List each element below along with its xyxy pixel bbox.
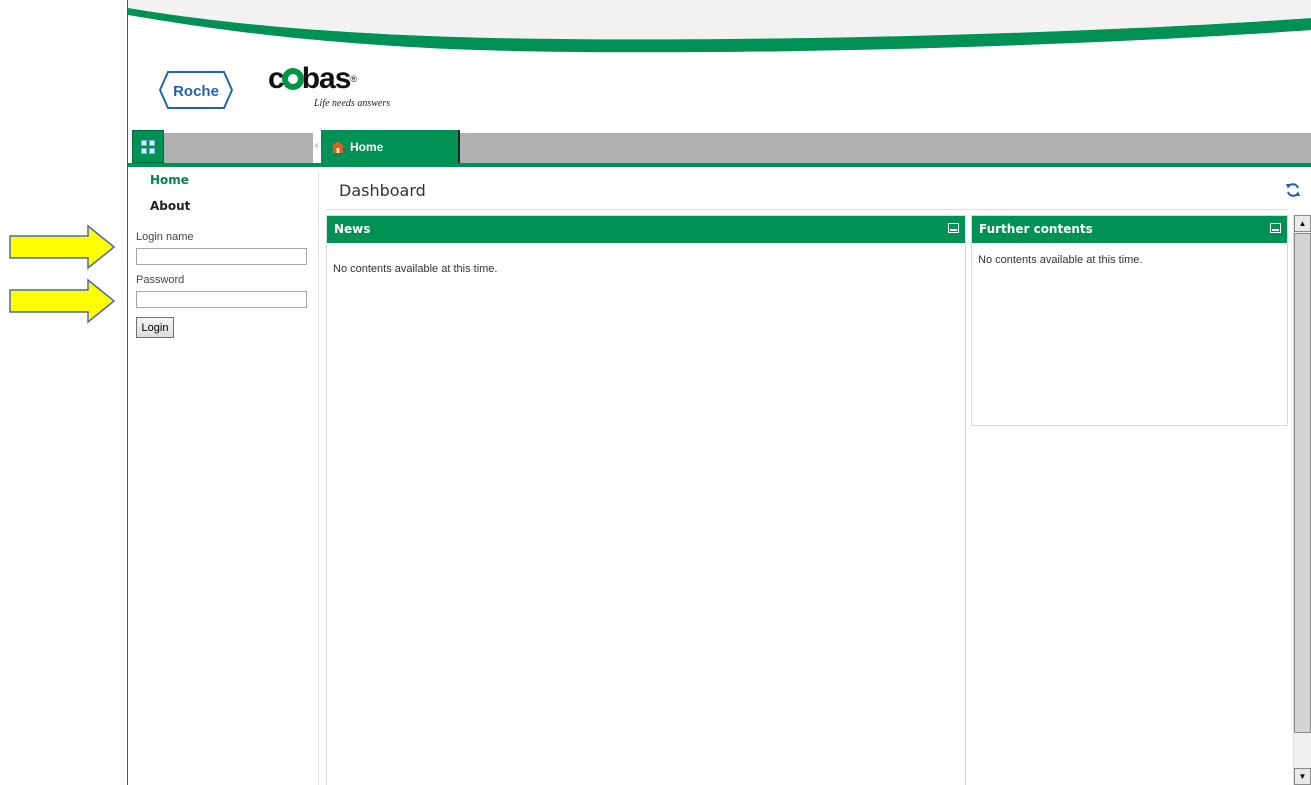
tabbar-underline [128,163,1311,167]
app-window: Roche c bas® Life needs answers ‹ Home Ho… [127,0,1311,785]
tagline: Life needs answers [314,98,391,109]
roche-logo: Roche [158,70,234,115]
logo-area: Roche c bas® Life needs answers [128,60,1311,130]
annotation-arrow-password [9,278,116,324]
roche-logo-text: Roche [173,83,219,100]
sidebar: Home About Login name Password Login [128,171,319,785]
scroll-down-icon[interactable]: ▼ [1294,768,1311,785]
annotation-arrow-login-name [9,224,116,270]
title-separator [326,209,1288,210]
password-input[interactable] [136,291,307,308]
scroll-up-icon[interactable]: ▲ [1294,215,1311,232]
registered-mark: ® [350,74,357,84]
vertical-scrollbar[interactable]: ▲ ▼ [1293,215,1311,785]
cobas-logo: c bas® Life needs answers [268,62,391,110]
news-panel-body: No contents available at this time. [333,263,498,275]
refresh-icon[interactable] [1285,182,1301,198]
sidebar-item-about[interactable]: About [150,199,190,213]
header-swoosh [128,0,1311,60]
further-contents-panel-body: No contents available at this time. [978,254,1143,266]
further-contents-panel-header: Further contents [972,216,1287,243]
login-name-label: Login name [136,231,194,243]
page-title: Dashboard [339,181,426,200]
tab-bar: ‹ Home [128,130,1311,167]
home-icon [331,141,345,153]
sidebar-item-home[interactable]: Home [150,173,189,187]
minimize-icon[interactable] [1270,223,1281,233]
menu-grid-icon [141,139,155,154]
login-name-input[interactable] [136,248,307,265]
tab-home[interactable]: Home [321,130,460,164]
further-contents-panel: Further contents No contents available a… [971,215,1288,426]
minimize-icon[interactable] [948,223,959,233]
tabbar-right-strip [321,133,1311,163]
sidebar-collapse-icon[interactable]: ‹ [315,140,318,151]
further-contents-panel-title: Further contents [979,222,1093,236]
tab-home-label: Home [350,140,384,154]
news-panel-header: News [327,216,965,243]
scrollbar-thumb[interactable] [1294,233,1311,733]
news-panel-title: News [334,222,371,236]
news-panel: News No contents available at this time. [326,215,966,785]
password-label: Password [136,274,185,286]
login-button[interactable]: Login [136,317,174,338]
menu-button[interactable] [132,130,164,163]
